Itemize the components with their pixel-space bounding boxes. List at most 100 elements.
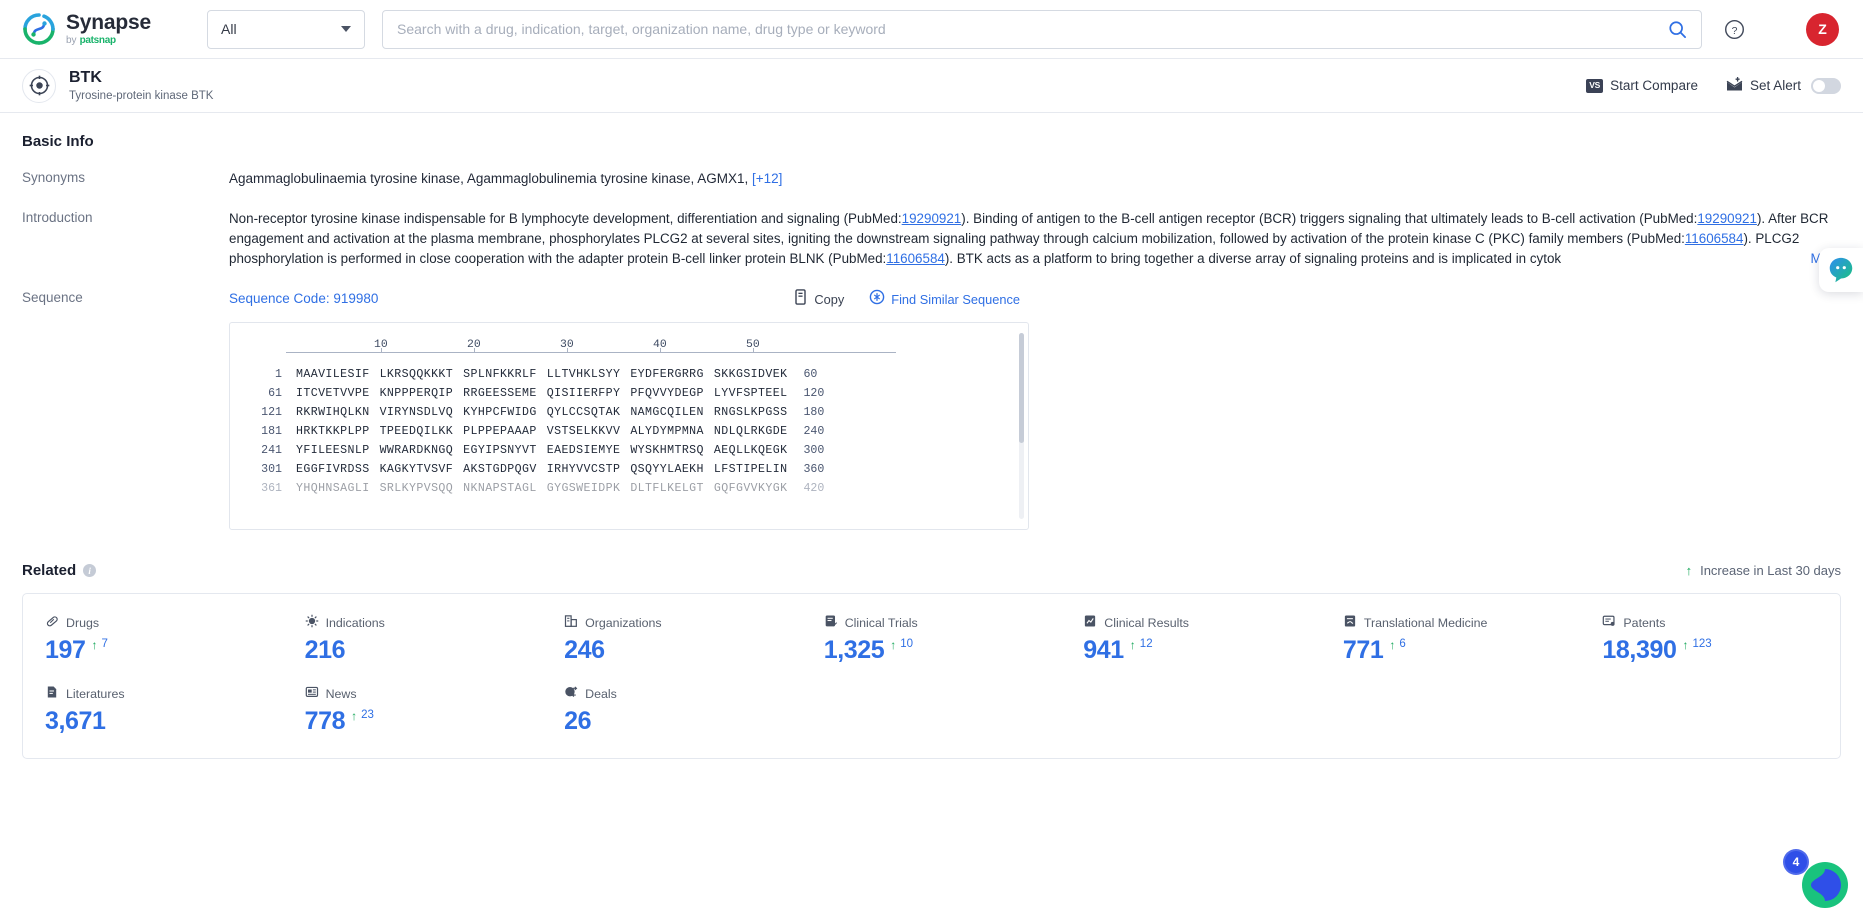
similar-sequence-icon: [869, 289, 885, 310]
stat-delta-value: 23: [361, 709, 374, 722]
start-compare-label: Start Compare: [1610, 78, 1698, 93]
help-icon[interactable]: ?: [1724, 19, 1745, 40]
stat-value-row: 26: [564, 709, 802, 734]
sequence-end-index: 120: [803, 386, 825, 400]
stat-delta-value: 6: [1399, 638, 1406, 651]
pubmed-link-3[interactable]: 11606584: [1685, 231, 1744, 246]
sequence-start-index: 181: [261, 424, 282, 438]
clinical-result-icon: [1083, 614, 1097, 631]
stat-deals[interactable]: Deals 26: [542, 685, 802, 734]
stat-delta: ↑ 7: [91, 638, 108, 653]
synonyms-more-link[interactable]: [+12]: [752, 171, 782, 186]
stat-value[interactable]: 941: [1083, 638, 1124, 663]
search-bar[interactable]: [382, 9, 1702, 49]
stat-label-row: Clinical Trials: [824, 614, 1062, 631]
set-alert-toggle[interactable]: [1811, 77, 1841, 94]
top-header: Synapse by patsnap All ?: [0, 0, 1863, 59]
arrow-up-icon: ↑: [91, 638, 98, 653]
stat-value[interactable]: 18,390: [1602, 638, 1676, 663]
stat-value[interactable]: 778: [305, 709, 346, 734]
stat-clinical-trials[interactable]: Clinical Trials 1,325 ↑ 10: [802, 614, 1062, 663]
info-icon[interactable]: i: [83, 564, 97, 578]
stat-value[interactable]: 1,325: [824, 638, 885, 663]
sequence-ruler-numbers: 10 20 30 40 50: [286, 337, 896, 352]
brand-name: Synapse: [66, 11, 151, 34]
stat-patents[interactable]: Patents 18,390 ↑ 123: [1580, 614, 1840, 663]
brand-logo-link[interactable]: Synapse by patsnap: [22, 12, 190, 46]
sequence-chunks: MAAVILESIF LKRSQQKKKT SPLNFKKRLF LLTVHKL…: [296, 366, 787, 384]
arrow-up-icon: ↑: [1129, 638, 1136, 653]
sequence-start-index: 121: [261, 405, 282, 419]
stat-delta: ↑ 6: [1389, 638, 1406, 652]
search-input[interactable]: [397, 21, 1660, 37]
alert-mail-icon: [1726, 76, 1743, 95]
stat-value[interactable]: 771: [1343, 638, 1384, 663]
sequence-code[interactable]: Sequence Code: 919980: [229, 289, 378, 310]
stat-delta-value: 123: [1692, 638, 1712, 651]
ai-chat-fab[interactable]: 4: [1783, 849, 1851, 911]
stat-value[interactable]: 216: [305, 638, 346, 663]
copy-sequence-button[interactable]: Copy: [793, 288, 845, 310]
basic-info-heading-text: Basic Info: [22, 133, 94, 150]
introduction-row: Introduction Non-receptor tyrosine kinas…: [22, 209, 1841, 270]
stat-drugs[interactable]: Drugs 197 ↑ 7: [23, 614, 283, 663]
pubmed-link-1[interactable]: 19290921: [902, 211, 962, 226]
sequence-chunk: PFQVVYDEGP: [630, 386, 704, 400]
entity-header-bar: BTK Tyrosine-protein kinase BTK VS Start…: [0, 59, 1863, 113]
stat-label-row: Patents: [1602, 614, 1840, 631]
copy-label: Copy: [814, 291, 845, 307]
stat-indications[interactable]: Indications 216: [283, 614, 543, 663]
stat-label-row: Clinical Results: [1083, 614, 1321, 631]
pubmed-link-2[interactable]: 19290921: [1697, 211, 1757, 226]
introduction-text-wrap: Non-receptor tyrosine kinase indispensab…: [229, 209, 1841, 270]
arrow-up-icon: ↑: [890, 638, 897, 653]
stat-label-row: Drugs: [45, 614, 283, 631]
pubmed-link-4[interactable]: 11606584: [886, 251, 945, 266]
stat-value[interactable]: 26: [564, 709, 591, 734]
sequence-chunks: RKRWIHQLKN VIRYNSDLVQ KYHPCFWIDG QYLCCSQ…: [296, 404, 787, 422]
stat-value[interactable]: 246: [564, 638, 605, 663]
stat-label: Drugs: [66, 615, 100, 630]
literature-icon: [45, 685, 59, 702]
stat-delta: ↑ 123: [1683, 638, 1712, 652]
patent-icon: [1602, 614, 1616, 631]
avatar[interactable]: Z: [1806, 12, 1839, 46]
stat-translational-medicine[interactable]: Translational Medicine 771 ↑ 6: [1321, 614, 1581, 663]
page-title: BTK: [69, 68, 102, 86]
stat-organizations[interactable]: Organizations 246: [542, 614, 802, 663]
sequence-chunk: EYDFERGRRG: [630, 367, 704, 381]
entity-meta: BTK Tyrosine-protein kinase BTK: [69, 68, 213, 103]
search-icon[interactable]: [1660, 20, 1687, 39]
stat-delta: ↑ 12: [1129, 638, 1153, 653]
related-stats-card: Drugs 197 ↑ 7 Indications 216 Organizati…: [22, 593, 1841, 760]
start-compare-button[interactable]: VS Start Compare: [1586, 78, 1698, 93]
sequence-start-index: 241: [261, 443, 282, 457]
sequence-chunks: EGGFIVRDSS KAGKYTVSVF AKSTGDPQGV IRHYVVC…: [296, 461, 787, 479]
search-scope-select[interactable]: All: [207, 9, 365, 49]
brand-by: by: [66, 35, 77, 46]
set-alert-label: Set Alert: [1749, 78, 1801, 93]
header-actions: ? Z: [1724, 12, 1839, 46]
sequence-chunk: HRKTKKPLPP: [296, 424, 370, 438]
stat-clinical-results[interactable]: Clinical Results 941 ↑ 12: [1061, 614, 1321, 663]
sequence-chunk: YHQHNSAGLI: [296, 481, 370, 495]
ai-assistant-side-button[interactable]: [1819, 248, 1863, 292]
sequence-scrollbar[interactable]: [1019, 333, 1024, 520]
sequence-viewer[interactable]: 10 20 30 40 50 1 MAAVILESIF LKRSQQKKKT S…: [229, 322, 1029, 531]
stat-value[interactable]: 3,671: [45, 709, 106, 734]
stat-delta: ↑ 10: [890, 638, 913, 653]
apps-grid-icon[interactable]: [1766, 20, 1785, 39]
sequence-chunk: SRLKYPVSQQ: [379, 481, 454, 495]
sequence-end-index: 360: [803, 462, 825, 476]
stat-label: Clinical Results: [1104, 615, 1189, 630]
sequence-start-index: 361: [261, 481, 282, 495]
sequence-end-index: 240: [803, 424, 825, 438]
sequence-chunk: NAMGCQILEN: [630, 405, 704, 419]
arrow-up-icon: ↑: [1685, 563, 1693, 579]
set-alert-control[interactable]: Set Alert: [1726, 76, 1841, 95]
stat-literatures[interactable]: Literatures 3,671: [23, 685, 283, 734]
sequence-chunk: KYHPCFWIDG: [463, 405, 537, 419]
stat-news[interactable]: News 778 ↑ 23: [283, 685, 543, 734]
find-similar-sequence-button[interactable]: Find Similar Sequence: [869, 289, 1020, 310]
stat-value[interactable]: 197: [45, 638, 86, 663]
